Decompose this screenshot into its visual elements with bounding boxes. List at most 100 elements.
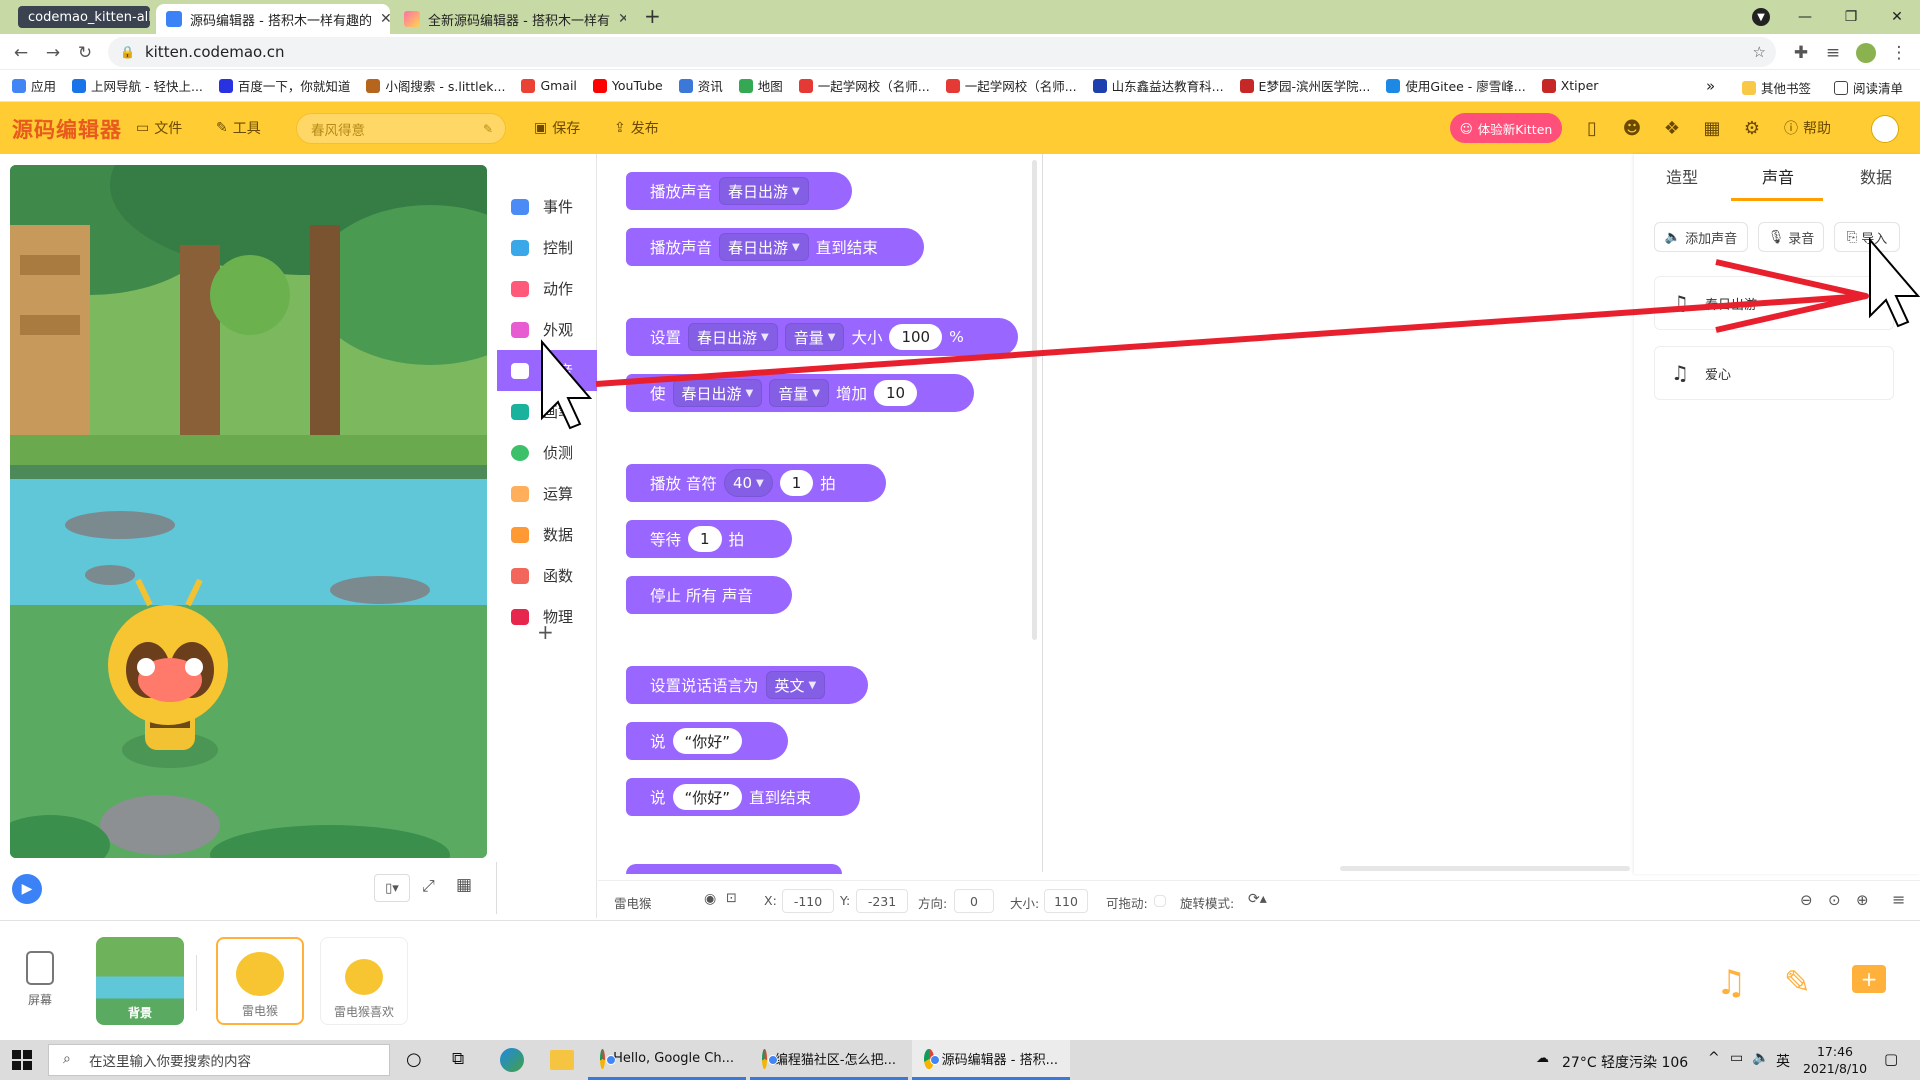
size-input[interactable]: 110	[1044, 889, 1088, 913]
bookmark-item[interactable]: 小阁搜索 - s.littlek...	[366, 76, 505, 95]
help-button[interactable]: ⓘ 帮助	[1784, 118, 1831, 138]
other-bookmarks[interactable]: 其他书签	[1742, 78, 1811, 97]
media-icon[interactable]: ≡	[1822, 42, 1844, 64]
folder-upload-icon[interactable]: +	[1852, 965, 1886, 993]
property-dropdown[interactable]: 音量 ▼	[769, 379, 829, 407]
weather-text[interactable]: 27°C 轻度污染 106	[1562, 1052, 1688, 1072]
calendar-icon[interactable]: ▦	[1700, 116, 1724, 140]
number-input[interactable]: 1	[688, 526, 722, 552]
screen-button[interactable]: 屏幕	[16, 951, 64, 1008]
reload-icon[interactable]: ↻	[74, 42, 96, 64]
tab-search-icon[interactable]: ▼	[1752, 8, 1770, 26]
save-button[interactable]: ▣ 保存	[534, 118, 580, 138]
sprite-thumbnail-selected[interactable]: 雷电猴	[216, 937, 304, 1025]
user-avatar[interactable]	[1872, 116, 1898, 142]
eye-icon[interactable]: ◉	[704, 891, 716, 907]
sprite-thumbnail[interactable]: 雷电猴喜欢	[320, 937, 408, 1025]
device-select-icon[interactable]: ▯▾	[374, 874, 410, 902]
number-input[interactable]: 10	[873, 380, 918, 406]
tab-group-label[interactable]: codemao_kitten-all\	[18, 6, 150, 28]
block-play-sound[interactable]: 播放声音 春日出游 ▼	[626, 172, 852, 210]
settings-icon[interactable]: ⚙	[1740, 116, 1764, 140]
reading-list[interactable]: 阅读清单	[1834, 78, 1903, 97]
x-input[interactable]: -110	[782, 889, 834, 913]
background-thumbnail[interactable]: 背景	[96, 937, 184, 1025]
import-button[interactable]: ⎘ 导入	[1834, 222, 1900, 252]
y-input[interactable]: -231	[856, 889, 908, 913]
forward-icon[interactable]: →	[42, 42, 64, 64]
restore-icon[interactable]: ❐	[1828, 0, 1874, 34]
fullscreen-icon[interactable]: ⤢	[422, 876, 435, 896]
sound-dropdown[interactable]: 春日出游 ▼	[672, 379, 763, 407]
play-button[interactable]: ▶	[12, 874, 42, 904]
sound-dropdown[interactable]: 春日出游 ▼	[719, 233, 809, 261]
browser-tab-active[interactable]: 源码编辑器 - 搭积木一样有趣的 ✕	[156, 4, 390, 34]
new-tab-button[interactable]: +	[644, 4, 661, 28]
block-set-speech-language[interactable]: 设置说话语言为 英文 ▼	[626, 666, 868, 704]
category-pen[interactable]: 画笔	[497, 391, 597, 432]
zoom-in-icon[interactable]: ⊕	[1856, 891, 1869, 909]
extension-icon[interactable]: ❖	[1660, 116, 1684, 140]
close-window-icon[interactable]: ✕	[1874, 0, 1920, 34]
lock-icon[interactable]: ⊡	[726, 891, 737, 906]
zoom-reset-icon[interactable]: ⊙	[1828, 891, 1841, 909]
note-dropdown[interactable]: 40 ▼	[723, 469, 773, 497]
category-looks[interactable]: 外观	[497, 309, 597, 350]
file-menu[interactable]: ▭ 文件	[136, 118, 182, 138]
category-function[interactable]: 函数	[497, 555, 597, 596]
bookmark-item[interactable]: 一起学网校（名师...	[945, 76, 1077, 95]
close-tab-icon[interactable]: ✕	[380, 11, 390, 27]
task-view-icon[interactable]: ⧉	[452, 1049, 464, 1069]
tab-sound[interactable]: 声音	[1762, 164, 1794, 188]
script-workspace[interactable]	[1043, 154, 1633, 872]
category-motion[interactable]: 动作	[497, 268, 597, 309]
back-icon[interactable]: ←	[10, 42, 32, 64]
direction-input[interactable]: 0	[954, 889, 994, 913]
block-play-sound-until-done[interactable]: 播放声音 春日出游 ▼ 直到结束	[626, 228, 924, 266]
tools-menu[interactable]: ✎ 工具	[216, 118, 261, 138]
sound-dropdown[interactable]: 春日出游 ▼	[719, 177, 809, 205]
bookmark-item[interactable]: 山东鑫益达教育科...	[1092, 76, 1224, 95]
add-sound-button[interactable]: 🔈 添加声音	[1654, 222, 1748, 252]
tab-costume[interactable]: 造型	[1666, 164, 1698, 188]
block-wait-beats[interactable]: 等待 1 拍	[626, 520, 792, 558]
sound-item[interactable]: ♫ 春日出游	[1654, 276, 1894, 330]
palette-scrollbar[interactable]	[1032, 160, 1037, 640]
file-explorer-icon[interactable]	[550, 1050, 574, 1070]
sound-item[interactable]: ♫ 爱心	[1654, 346, 1894, 400]
text-input[interactable]: “你好”	[672, 784, 743, 810]
close-tab-icon[interactable]: ✕	[618, 11, 626, 27]
language-dropdown[interactable]: 英文 ▼	[765, 671, 826, 699]
volume-icon[interactable]: 🔈	[1752, 1050, 1769, 1066]
draggable-checkbox[interactable]	[1154, 895, 1166, 907]
category-event[interactable]: 事件	[497, 186, 597, 227]
browser-tab[interactable]: 全新源码编辑器 - 搭积木一样有 ✕	[394, 4, 626, 34]
bookmark-item[interactable]: 应用	[12, 76, 56, 95]
device-icon[interactable]: ▯	[1580, 116, 1604, 140]
sprite-name[interactable]: 雷电猴	[614, 893, 652, 912]
bookmark-item[interactable]: YouTube	[592, 78, 663, 93]
bookmark-star-icon[interactable]: ☆	[1753, 43, 1766, 61]
edge-icon[interactable]	[500, 1048, 524, 1072]
block-stop-all-sounds[interactable]: 停止 所有 声音	[626, 576, 792, 614]
cortana-icon[interactable]: ○	[406, 1049, 422, 1070]
taskbar-search-input[interactable]: ⌕ 在这里输入你要搜索的内容	[48, 1044, 390, 1076]
bookmark-item[interactable]: Gmail	[521, 78, 577, 93]
text-input[interactable]: “你好”	[672, 728, 743, 754]
category-sensing[interactable]: 侦测	[497, 432, 597, 473]
block-say-until-done[interactable]: 说 “你好” 直到结束	[626, 778, 860, 816]
publish-button[interactable]: ⇪ 发布	[614, 118, 659, 138]
bookmark-item[interactable]: 使用Gitee - 廖雪峰...	[1386, 76, 1526, 95]
network-icon[interactable]: ▭	[1730, 1050, 1743, 1066]
ime-indicator[interactable]: 英	[1776, 1051, 1790, 1071]
bookmark-item[interactable]: E梦园-滨州医学院...	[1239, 76, 1370, 95]
more-bookmarks-icon[interactable]: »	[1706, 77, 1715, 95]
number-input[interactable]: 100	[889, 324, 943, 350]
block-change-volume[interactable]: 使 春日出游 ▼ 音量 ▼ 增加 10	[626, 374, 974, 412]
tab-data[interactable]: 数据	[1860, 164, 1892, 188]
bookmark-item[interactable]: 地图	[738, 76, 783, 95]
extensions-icon[interactable]: ✚	[1790, 42, 1812, 64]
menu-icon[interactable]: ⋮	[1888, 42, 1910, 64]
app-logo[interactable]: 源码编辑器	[12, 114, 122, 144]
paint-pencil-icon[interactable]: ✎	[1784, 963, 1811, 1001]
